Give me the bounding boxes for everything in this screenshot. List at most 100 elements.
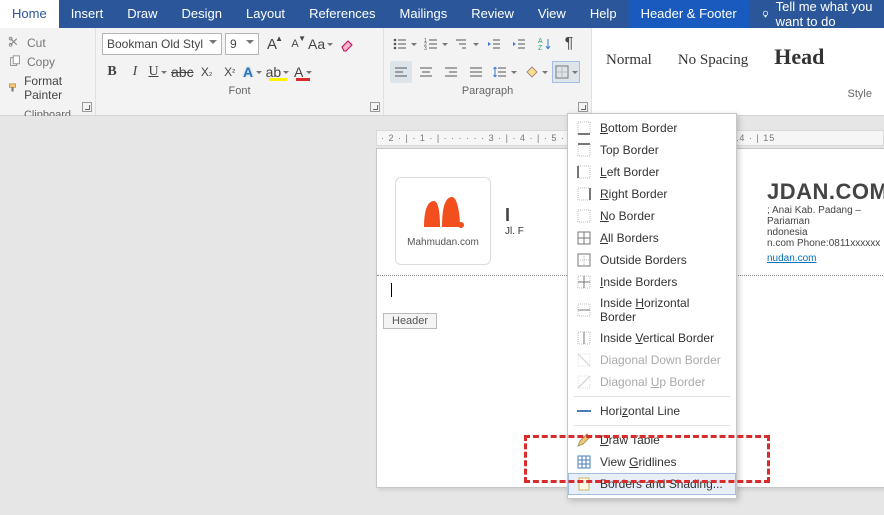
bullets-button[interactable]	[390, 33, 418, 55]
tab-references[interactable]: References	[297, 0, 387, 28]
menu-item-label: Outside Borders	[600, 253, 687, 267]
tab-home[interactable]: Home	[0, 0, 59, 28]
page-icon	[576, 476, 592, 492]
style-normal[interactable]: Normal	[606, 52, 652, 69]
grow-font-button[interactable]: A▲	[262, 33, 282, 55]
ribbon-tabs: Home Insert Draw Design Layout Reference…	[0, 0, 884, 28]
tab-help[interactable]: Help	[578, 0, 629, 28]
menu-horizontal-line[interactable]: Horizontal Line	[568, 400, 736, 422]
menu-view-gridlines[interactable]: View Gridlines	[568, 451, 736, 473]
website-link[interactable]: nudan.com	[767, 253, 816, 264]
cut-button[interactable]: Cut	[6, 35, 89, 51]
menu-border-out[interactable]: Outside Borders	[568, 249, 736, 271]
tab-view[interactable]: View	[526, 0, 578, 28]
subscript-button[interactable]: X	[197, 61, 217, 83]
menu-border-none[interactable]: No Border	[568, 205, 736, 227]
style-heading[interactable]: Head	[774, 44, 824, 70]
menu-border-iv[interactable]: Inside Vertical Border	[568, 327, 736, 349]
svg-text:A: A	[538, 38, 543, 45]
copy-label: Copy	[27, 55, 55, 69]
tab-review[interactable]: Review	[459, 0, 526, 28]
menu-border-ih[interactable]: Inside Horizontal Border	[568, 293, 736, 327]
group-paragraph: 123 AZ ¶ Paragraph	[384, 28, 592, 115]
menu-item-label: Left Border	[600, 165, 659, 179]
superscript-button[interactable]: X	[220, 61, 240, 83]
font-family-value: Bookman Old Styl	[107, 37, 203, 51]
numbering-button[interactable]: 123	[421, 33, 449, 55]
paint-bucket-icon	[523, 64, 539, 80]
menu-item-label: Diagonal Up Border	[600, 375, 705, 389]
font-color-swatch	[296, 78, 310, 81]
highlight-button[interactable]: ab	[266, 61, 291, 83]
decrease-indent-button[interactable]	[483, 33, 505, 55]
border-out-icon	[576, 252, 592, 268]
tab-mailings[interactable]: Mailings	[388, 0, 460, 28]
address-line-3: n.com Phone:0811xxxxxx	[767, 238, 884, 249]
italic-button[interactable]: I	[125, 61, 145, 83]
align-center-button[interactable]	[415, 61, 437, 83]
menu-borders-and-shading[interactable]: Borders and Shading...	[568, 473, 736, 495]
tab-insert[interactable]: Insert	[59, 0, 116, 28]
tab-draw[interactable]: Draw	[115, 0, 169, 28]
menu-separator	[574, 425, 730, 426]
menu-draw-table[interactable]: Draw Table	[568, 429, 736, 451]
borders-split-button[interactable]	[552, 61, 580, 83]
change-case-button[interactable]: Aa	[308, 33, 334, 55]
format-painter-button[interactable]: Format Painter	[6, 73, 89, 103]
menu-border-in[interactable]: Inside Borders	[568, 271, 736, 293]
multilevel-icon	[454, 36, 470, 52]
copy-button[interactable]: Copy	[6, 54, 89, 70]
sort-icon: AZ	[536, 36, 552, 52]
increase-indent-button[interactable]	[508, 33, 530, 55]
paragraph-dialog-launcher[interactable]	[578, 102, 588, 112]
tab-design[interactable]: Design	[170, 0, 234, 28]
paragraph-group-label: Paragraph	[390, 83, 585, 99]
line-spacing-button[interactable]	[490, 61, 518, 83]
menu-border-left[interactable]: Left Border	[568, 161, 736, 183]
clipboard-dialog-launcher[interactable]	[82, 102, 92, 112]
font-color-button[interactable]: A	[293, 61, 313, 83]
text-effects-button[interactable]: A	[243, 61, 263, 83]
justify-button[interactable]	[465, 61, 487, 83]
align-right-button[interactable]	[440, 61, 462, 83]
strikethrough-button[interactable]: abc	[171, 61, 194, 83]
shrink-font-button[interactable]: A▼	[285, 33, 305, 55]
menu-border-all[interactable]: All Borders	[568, 227, 736, 249]
menu-border-dd: Diagonal Down Border	[568, 349, 736, 371]
header-region-tag[interactable]: Header	[383, 313, 437, 329]
menu-item-label: All Borders	[600, 231, 659, 245]
menu-item-label: Horizontal Line	[600, 404, 680, 418]
menu-border-bottom[interactable]: Bottom Border	[568, 117, 736, 139]
bold-button[interactable]: B	[102, 61, 122, 83]
document-canvas: · 2 · | · 1 · | · · · · · · 3 · | · 4 · …	[0, 116, 884, 515]
outdent-icon	[486, 36, 502, 52]
logo-image: Mahmudan.com	[395, 177, 491, 265]
menu-border-top[interactable]: Top Border	[568, 139, 736, 161]
font-family-select[interactable]: Bookman Old Styl	[102, 33, 222, 55]
shading-button[interactable]	[521, 61, 549, 83]
borders-icon	[554, 64, 570, 80]
menu-item-label: View Gridlines	[600, 455, 677, 469]
menu-border-right[interactable]: Right Border	[568, 183, 736, 205]
menu-item-label: Diagonal Down Border	[600, 353, 721, 367]
highlight-color-swatch	[269, 78, 288, 81]
multilevel-list-button[interactable]	[452, 33, 480, 55]
font-dialog-launcher[interactable]	[370, 102, 380, 112]
tab-header-footer[interactable]: Header & Footer	[629, 0, 749, 28]
font-size-select[interactable]: 9	[225, 33, 259, 55]
align-left-button[interactable]	[390, 61, 412, 83]
align-center-icon	[418, 64, 434, 80]
svg-text:3: 3	[424, 46, 427, 52]
underline-button[interactable]: U	[148, 61, 168, 83]
logo-caption: Mahmudan.com	[407, 237, 479, 248]
justify-icon	[468, 64, 484, 80]
clear-formatting-button[interactable]	[337, 33, 357, 55]
paintbrush-icon	[8, 81, 19, 95]
style-no-spacing[interactable]: No Spacing	[678, 52, 748, 69]
chevron-down-icon	[209, 40, 217, 48]
sort-button[interactable]: AZ	[533, 33, 555, 55]
tell-me-search[interactable]: Tell me what you want to do	[749, 0, 884, 28]
menu-item-label: Bottom Border	[600, 121, 677, 135]
show-marks-button[interactable]: ¶	[558, 33, 580, 55]
tab-layout[interactable]: Layout	[234, 0, 297, 28]
